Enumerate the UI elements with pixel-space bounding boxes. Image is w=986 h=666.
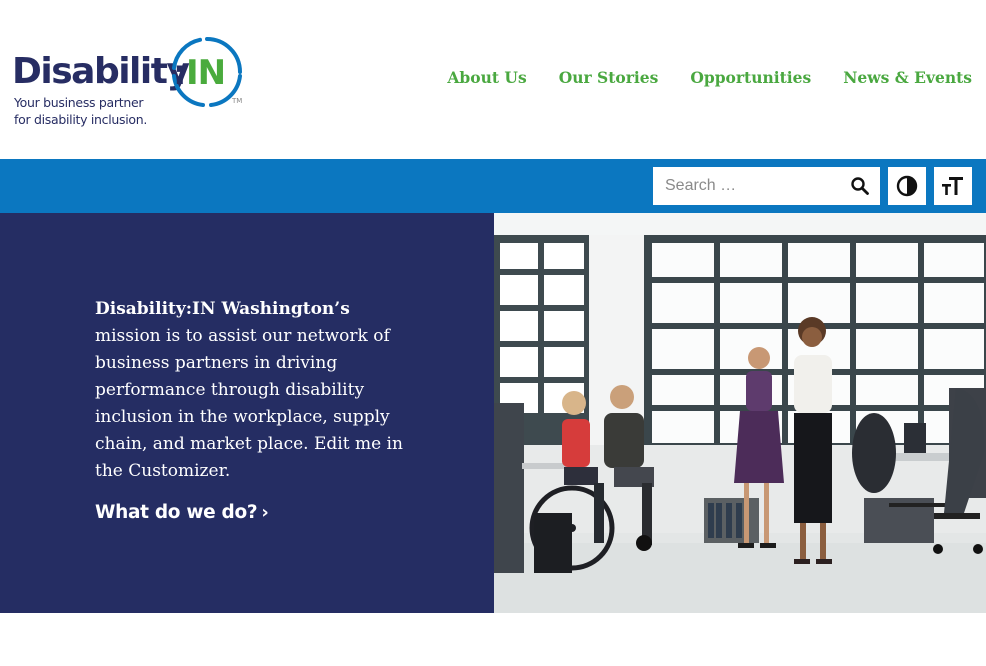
tagline-line-1: Your business partner [14, 95, 144, 110]
contrast-icon [896, 175, 918, 197]
search-form [653, 167, 880, 205]
search-icon[interactable] [850, 176, 870, 196]
text-size-button[interactable] [934, 167, 972, 205]
logo-wordmark: Disability [12, 51, 190, 92]
hero-photo [494, 213, 986, 613]
text-size-icon [942, 177, 963, 195]
site-header: Disability : IN TM Your business partner… [0, 0, 986, 159]
mission-statement: Disability:IN Washington’s mission is to… [95, 296, 415, 485]
site-logo[interactable]: Disability : IN TM Your business partner… [12, 32, 252, 132]
logo-trademark: TM [232, 97, 243, 105]
nav-our-stories[interactable]: Our Stories [559, 68, 659, 87]
contrast-button[interactable] [888, 167, 926, 205]
cta-label: What do we do? [95, 502, 258, 523]
logo-colon: : [173, 53, 187, 93]
tagline-line-2: for disability inclusion. [14, 112, 148, 127]
search-input[interactable] [653, 168, 843, 204]
main-nav: About Us Our Stories Opportunities News … [447, 68, 972, 87]
nav-about-us[interactable]: About Us [447, 68, 526, 87]
mission-body: mission is to assist our network of busi… [95, 326, 403, 481]
mission-heading: Disability:IN Washington’s [95, 299, 350, 319]
office-team-photo [494, 213, 986, 613]
chevron-right-icon: › [261, 502, 269, 523]
nav-opportunities[interactable]: Opportunities [690, 68, 811, 87]
utility-bar [0, 159, 986, 213]
hero-section: Disability:IN Washington’s mission is to… [0, 213, 986, 613]
nav-news-events[interactable]: News & Events [843, 68, 972, 87]
logo-tagline: Your business partner for disability inc… [14, 94, 147, 128]
hero-text-panel: Disability:IN Washington’s mission is to… [0, 213, 494, 613]
logo-in: IN [186, 53, 226, 93]
what-do-we-do-link[interactable]: What do we do? › [95, 502, 269, 523]
